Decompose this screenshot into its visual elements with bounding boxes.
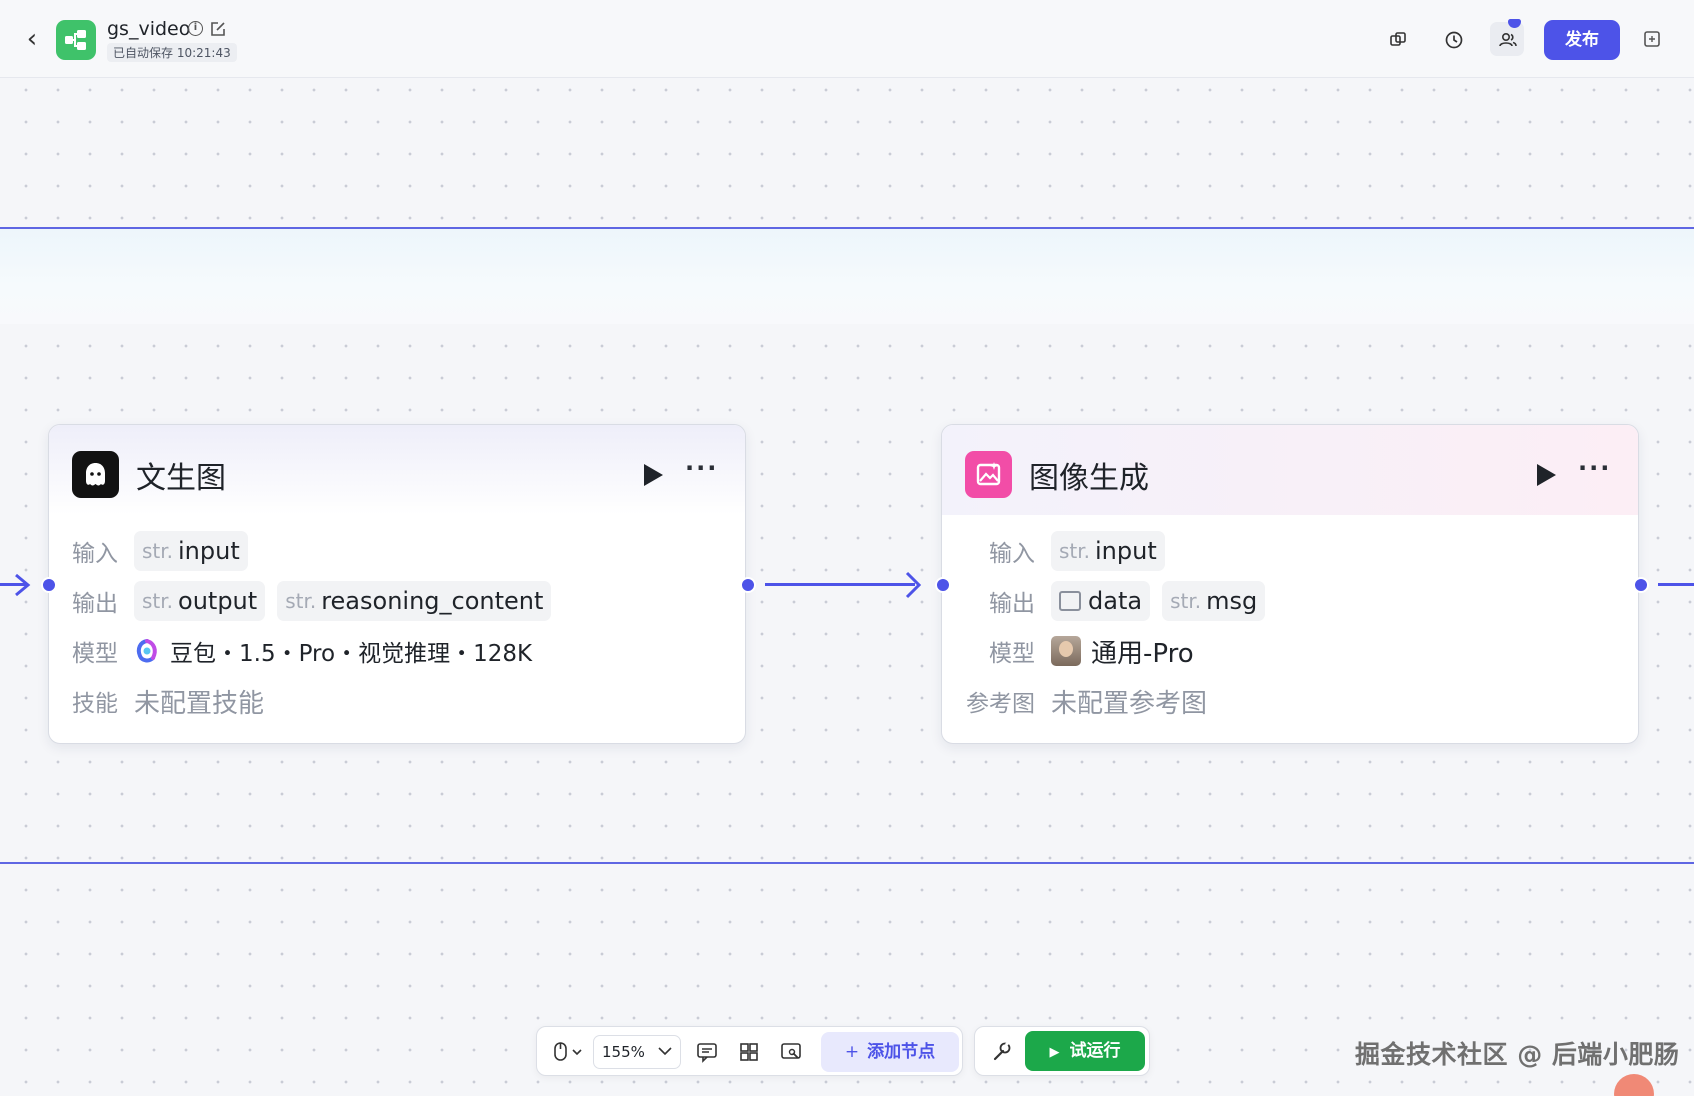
input-row: 输入 str. input — [72, 531, 260, 571]
output-label: 输出 — [989, 591, 1035, 617]
mascot-icon — [1614, 1074, 1654, 1096]
node-title: 文生图 — [136, 461, 226, 496]
more-icon[interactable]: ··· — [685, 456, 719, 484]
output-param: data — [1051, 581, 1151, 621]
copy-icon[interactable] — [1381, 22, 1415, 56]
reference-label: 参考图 — [966, 691, 1035, 717]
output-label: 输出 — [72, 591, 118, 617]
comment-icon[interactable] — [689, 1036, 725, 1068]
autosave-status: 已自动保存 10:21:43 — [107, 43, 237, 62]
output-row: 输出 str. output str. reasoning_content — [72, 581, 563, 621]
app-icon — [56, 20, 96, 60]
wrench-icon[interactable] — [983, 1036, 1019, 1068]
output-param: str. reasoning_content — [277, 581, 552, 621]
app-name: gs_video — [107, 18, 191, 40]
model-row: 模型 通用-Pro — [965, 631, 1194, 671]
node2-output-port[interactable] — [1633, 577, 1649, 593]
plus-icon: + — [844, 1042, 860, 1062]
history-icon[interactable] — [1436, 22, 1470, 56]
edge-arrowhead-icon — [15, 573, 31, 597]
output-row: 输出 data str. msg — [965, 581, 1277, 621]
test-run-button[interactable]: ▶ 试运行 — [1025, 1031, 1145, 1071]
publish-button[interactable]: 发布 — [1544, 20, 1620, 60]
chevron-down-icon — [658, 1047, 672, 1056]
doubao-model-icon — [136, 639, 157, 663]
back-arrow-icon[interactable]: ‹ — [18, 22, 46, 56]
node2-input-port[interactable] — [935, 577, 951, 593]
input-label: 输入 — [72, 541, 118, 567]
collaborators-icon[interactable] — [1490, 19, 1524, 56]
skills-label: 技能 — [72, 691, 118, 717]
skills-row: 技能 未配置技能 — [72, 681, 264, 721]
play-icon[interactable] — [1534, 462, 1558, 488]
model-label: 模型 — [989, 641, 1035, 667]
minimap-icon[interactable] — [773, 1036, 809, 1068]
more-icon[interactable]: ··· — [1578, 456, 1612, 484]
model-name: 通用-Pro — [1091, 638, 1194, 669]
input-label: 输入 — [989, 541, 1035, 567]
ghost-icon — [72, 451, 119, 498]
edit-icon[interactable] — [209, 20, 227, 38]
outgoing-edge — [1658, 583, 1694, 586]
canvas-toolbar: 155% + 添加节点 — [536, 1026, 963, 1076]
layout-grid-icon[interactable] — [731, 1036, 767, 1068]
reference-empty: 未配置参考图 — [1051, 688, 1208, 719]
node-title: 图像生成 — [1029, 461, 1149, 496]
panel-toggle-icon[interactable] — [1635, 22, 1669, 56]
input-param: str. input — [1051, 531, 1165, 571]
connection-edge — [765, 583, 915, 586]
output-param: str. msg — [1162, 581, 1266, 621]
band-bottom-border — [0, 862, 1694, 864]
node-image-generation[interactable]: 图像生成 ··· 输入 str. input 输出 data str. msg 模型… — [941, 424, 1639, 744]
edge-arrowhead-icon — [905, 571, 922, 599]
top-bar: ‹ gs_video i 已自动保存 10:21:43 发布 — [0, 0, 1694, 78]
run-toolbar: ▶ 试运行 — [974, 1026, 1150, 1076]
model-row: 模型 豆包・1.5・Pro・视觉推理・128K — [72, 631, 532, 671]
add-node-button[interactable]: + 添加节点 — [821, 1032, 959, 1072]
watermark-text: 掘金技术社区 @ 后端小肥肠 — [1355, 1040, 1680, 1069]
mouse-mode-icon[interactable] — [549, 1036, 585, 1068]
input-row: 输入 str. input — [965, 531, 1177, 571]
output-param: str. output — [134, 581, 266, 621]
model-avatar-icon — [1051, 636, 1081, 666]
new-badge-icon — [1508, 19, 1521, 28]
image-type-icon — [1059, 591, 1081, 611]
image-gen-icon — [965, 451, 1012, 498]
play-icon: ▶ — [1049, 1045, 1060, 1060]
node1-input-port[interactable] — [41, 577, 57, 593]
skills-empty: 未配置技能 — [134, 688, 265, 719]
reference-row: 参考图 未配置参考图 — [965, 681, 1207, 721]
model-name: 豆包・1.5・Pro・视觉推理・128K — [170, 641, 533, 667]
model-label: 模型 — [72, 641, 118, 667]
node-text-to-image[interactable]: 文生图 ··· 输入 str. input 输出 str. output str. r… — [48, 424, 746, 744]
input-param: str. input — [134, 531, 248, 571]
play-icon[interactable] — [641, 462, 665, 488]
info-icon[interactable]: i — [188, 21, 203, 36]
node1-output-port[interactable] — [740, 577, 756, 593]
canvas-band-header — [0, 229, 1694, 324]
zoom-select[interactable]: 155% — [593, 1035, 681, 1069]
